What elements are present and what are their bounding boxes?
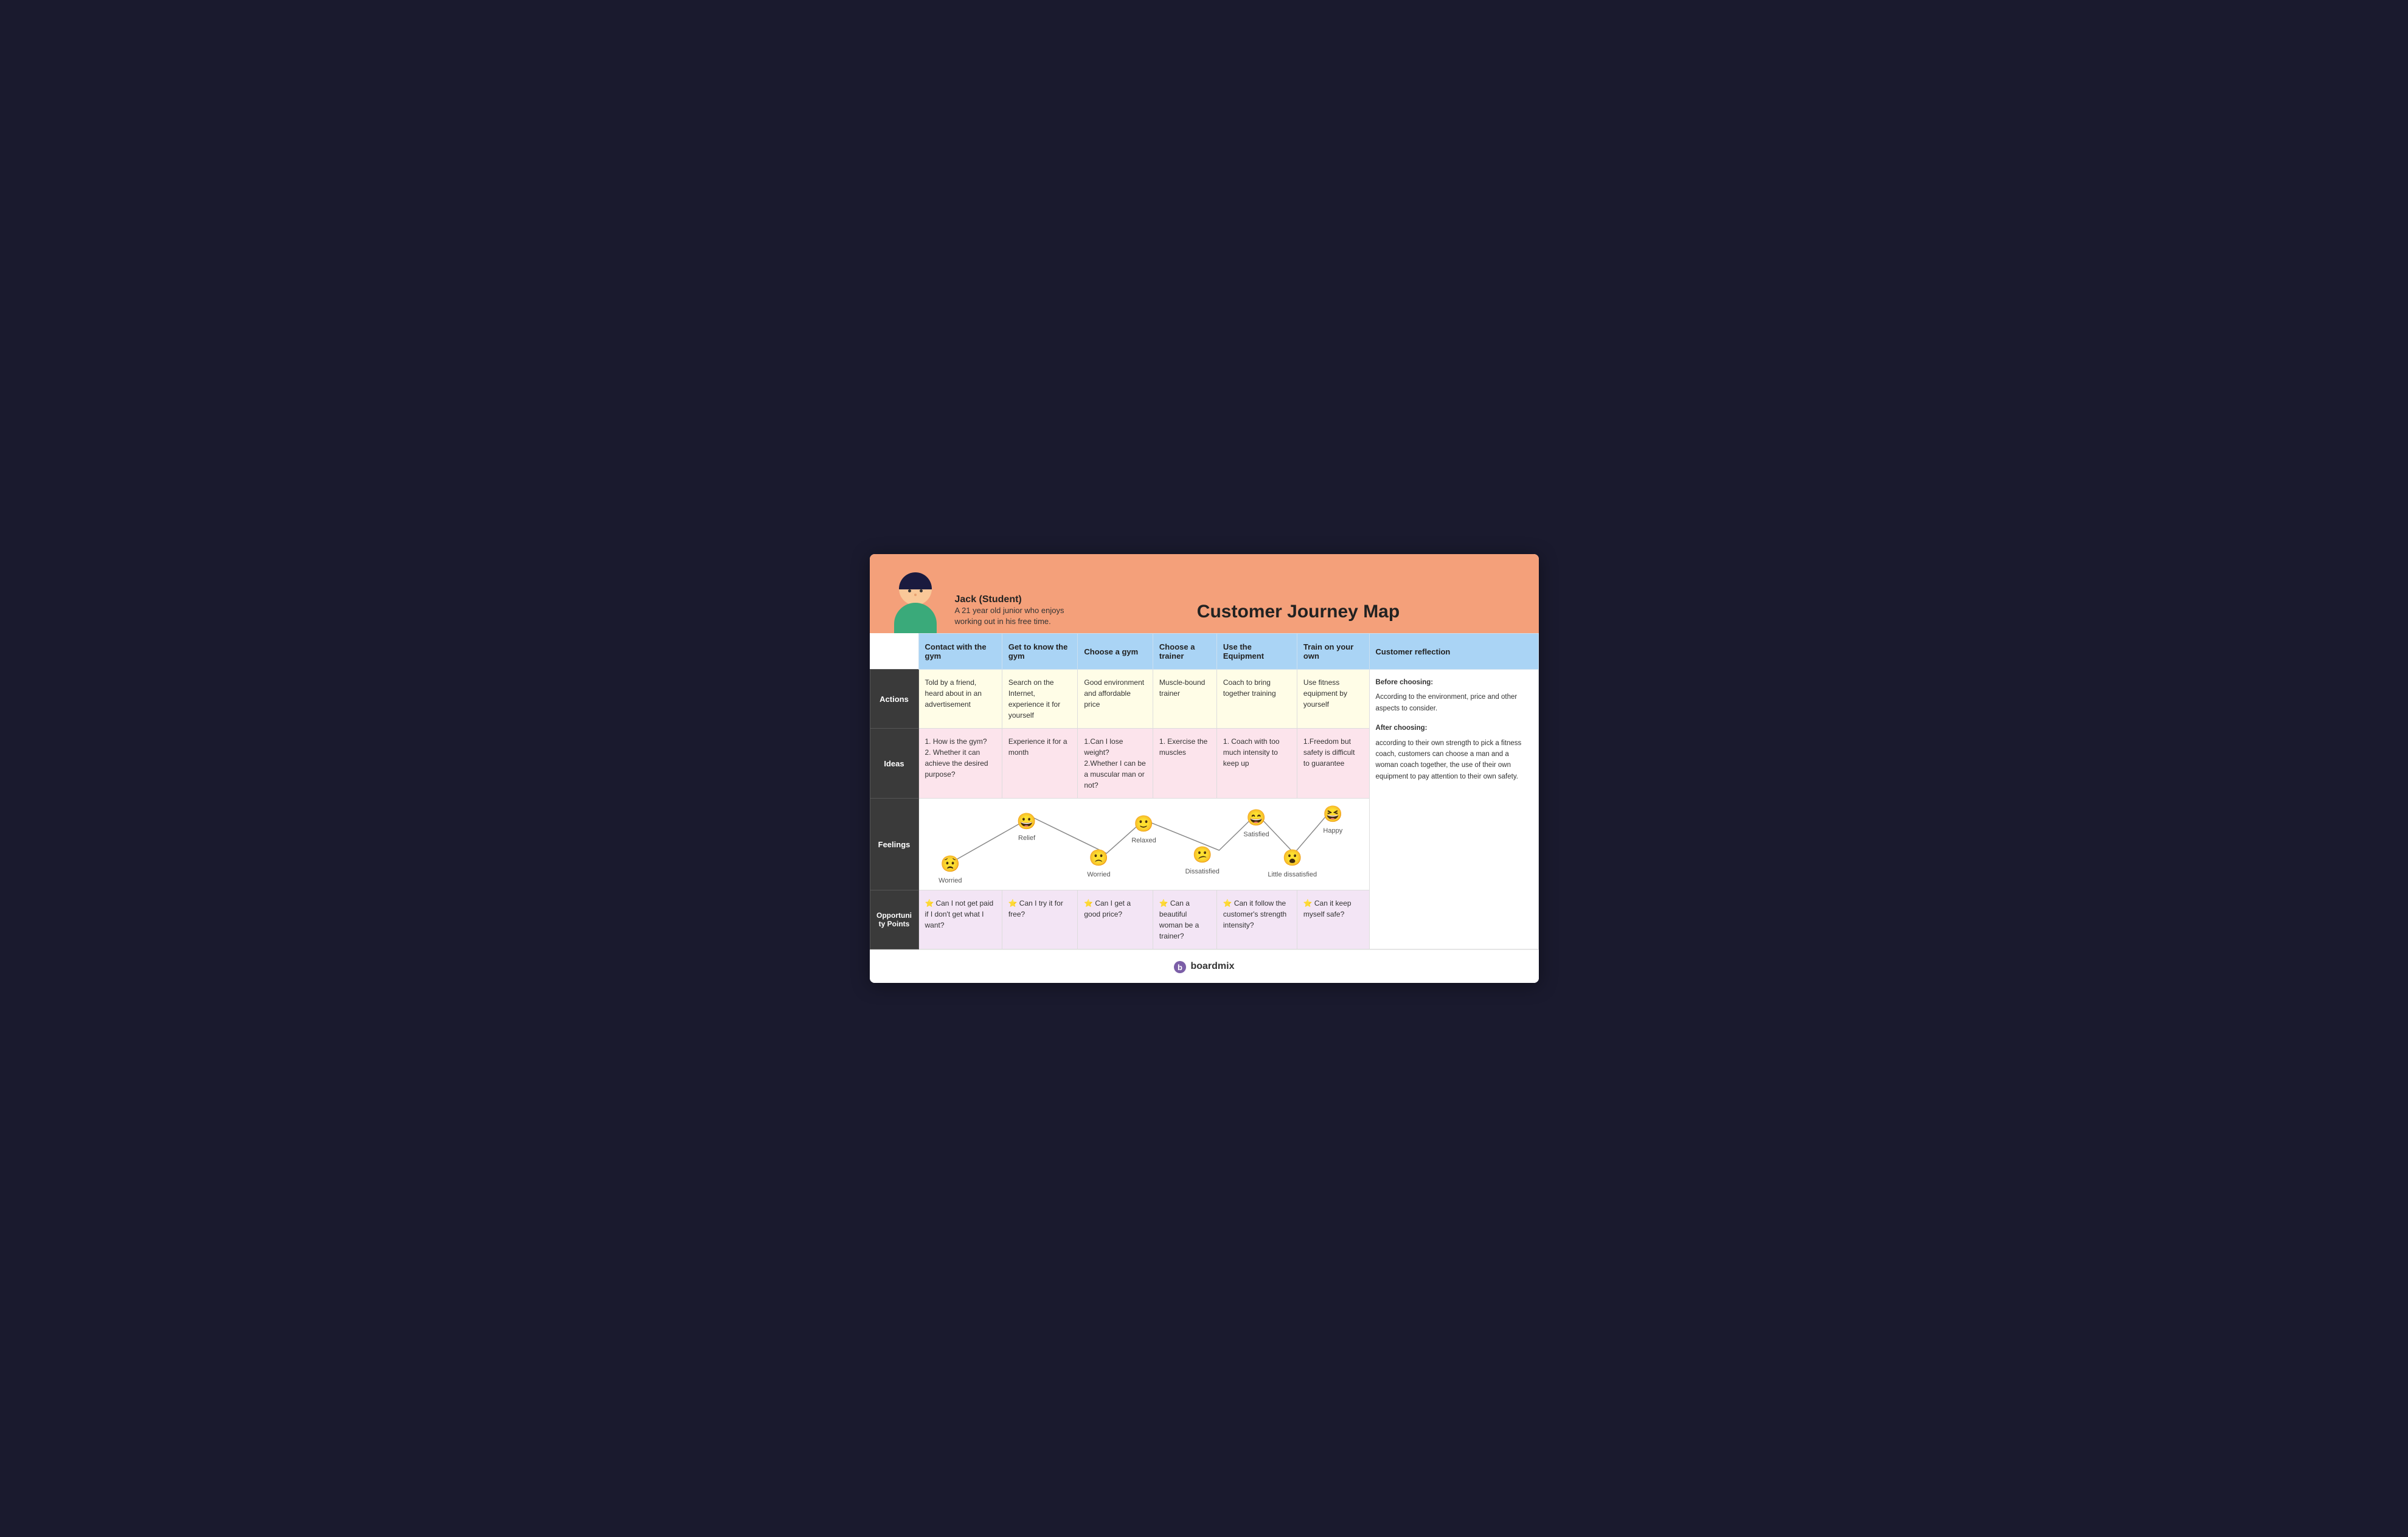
- ideas-choosegym: 1.Can I lose weight?2.Whether I can be a…: [1078, 729, 1153, 799]
- opp-choosegym: ⭐Can I get a good price?: [1078, 890, 1153, 949]
- feelings-chart-cell: 😟 Worried 😀 Relief 🙁 Worrie: [918, 799, 1369, 890]
- col-header-reflection: Customer reflection: [1369, 634, 1538, 670]
- reflection-cell: Before choosing: According to the enviro…: [1369, 670, 1538, 949]
- ideas-equipment: 1. Coach with too much intensity to keep…: [1216, 729, 1297, 799]
- feeling-label-satisfied: Satisfied: [1243, 830, 1269, 840]
- header: Jack (Student) A 21 year old junior who …: [870, 554, 1539, 633]
- reflection-after-text: according to their own strength to pick …: [1376, 738, 1532, 783]
- feeling-relief: 😀 Relief: [1017, 810, 1036, 844]
- actions-row: Actions Told by a friend, heard about in…: [870, 670, 1538, 729]
- feelings-label: Feelings: [870, 799, 918, 890]
- avatar: [888, 572, 943, 633]
- actions-gettoknow: Search on the Internet, experience it fo…: [1002, 670, 1078, 729]
- avatar-body: [894, 603, 937, 633]
- feeling-emoji-satisfied: 😄: [1246, 806, 1266, 830]
- footer-brand: boardmix: [1190, 961, 1234, 972]
- feeling-emoji-relaxed: 🙂: [1134, 812, 1153, 836]
- feelings-svg-container: 😟 Worried 😀 Relief 🙁 Worrie: [919, 799, 1369, 890]
- feeling-worried-2: 🙁 Worried: [1087, 846, 1110, 880]
- boardmix-icon: b: [1173, 959, 1187, 974]
- ideas-label: Ideas: [870, 729, 918, 799]
- avatar-eye-left: [908, 589, 911, 592]
- ideas-gettoknow: Experience it for a month: [1002, 729, 1078, 799]
- star-3: ⭐: [1084, 899, 1093, 907]
- actions-contact: Told by a friend, heard about in an adve…: [918, 670, 1002, 729]
- opp-contact: ⭐Can I not get paid if I don't get what …: [918, 890, 1002, 949]
- star-5: ⭐: [1223, 899, 1232, 907]
- svg-text:b: b: [1178, 963, 1183, 972]
- col-header-trainown: Train on your own: [1297, 634, 1369, 670]
- footer-logo: b boardmix: [1173, 959, 1234, 974]
- ideas-trainown: 1.Freedom but safety is difficult to gua…: [1297, 729, 1369, 799]
- avatar-nose: [914, 594, 917, 596]
- reflection-after-label: After choosing:: [1376, 723, 1532, 734]
- feeling-dissatisfied: 😕 Dissatisfied: [1185, 843, 1220, 877]
- feeling-little-dissatisfied: 😮 Little dissatisfied: [1268, 846, 1317, 880]
- persona-desc: A 21 year old junior who enjoys working …: [955, 605, 1077, 627]
- canvas: Jack (Student) A 21 year old junior who …: [870, 554, 1539, 983]
- actions-choosegym: Good environment and affordable price: [1078, 670, 1153, 729]
- star-1: ⭐: [925, 899, 934, 907]
- avatar-head: [899, 572, 932, 605]
- main-content: Contact with the gym Get to know the gym…: [870, 633, 1539, 949]
- ideas-choosetrainer: 1. Exercise the muscles: [1153, 729, 1216, 799]
- feeling-label-relaxed: Relaxed: [1131, 836, 1156, 846]
- opp-choosetrainer: ⭐Can a beautiful woman be a trainer?: [1153, 890, 1216, 949]
- feeling-happy: 😆 Happy: [1323, 802, 1342, 836]
- actions-choosetrainer: Muscle-bound trainer: [1153, 670, 1216, 729]
- feeling-worried-1: 😟 Worried: [939, 852, 962, 886]
- feeling-emoji-worried-1: 😟: [940, 852, 960, 876]
- feeling-emoji-worried-2: 🙁: [1089, 846, 1108, 870]
- col-header-choosetrainer: Choose a trainer: [1153, 634, 1216, 670]
- persona-name: Jack (Student): [955, 594, 1077, 605]
- footer: b boardmix: [870, 949, 1539, 983]
- col-header-contact: Contact with the gym: [918, 634, 1002, 670]
- feeling-emoji-little-dissatisfied: 😮: [1283, 846, 1302, 870]
- opportunities-label: Opportuni ty Points: [870, 890, 918, 949]
- opp-equipment: ⭐Can it follow the customer's strength i…: [1216, 890, 1297, 949]
- opp-gettoknow: ⭐Can I try it for free?: [1002, 890, 1078, 949]
- avatar-area: [888, 572, 943, 633]
- actions-trainown: Use fitness equipment by yourself: [1297, 670, 1369, 729]
- col-header-gettoknow: Get to know the gym: [1002, 634, 1078, 670]
- journey-table: Contact with the gym Get to know the gym…: [870, 633, 1539, 949]
- feeling-emoji-dissatisfied: 😕: [1193, 843, 1212, 867]
- reflection-before-label: Before choosing:: [1376, 677, 1532, 688]
- header-info: Jack (Student) A 21 year old junior who …: [955, 594, 1077, 627]
- ideas-contact: 1. How is the gym?2. Whether it can achi…: [918, 729, 1002, 799]
- feeling-emoji-relief: 😀: [1017, 810, 1036, 833]
- opp-trainown: ⭐Can it keep myself safe?: [1297, 890, 1369, 949]
- feeling-label-worried-2: Worried: [1087, 870, 1110, 880]
- actions-equipment: Coach to bring together training: [1216, 670, 1297, 729]
- avatar-eye-right: [920, 589, 923, 592]
- star-2: ⭐: [1008, 899, 1018, 907]
- feeling-label-happy: Happy: [1323, 826, 1342, 836]
- actions-label: Actions: [870, 670, 918, 729]
- feeling-label-relief: Relief: [1018, 833, 1035, 844]
- feeling-label-dissatisfied: Dissatisfied: [1185, 867, 1220, 877]
- col-header-choosegym: Choose a gym: [1078, 634, 1153, 670]
- empty-header: [870, 634, 918, 670]
- star-4: ⭐: [1159, 899, 1168, 907]
- column-header-row: Contact with the gym Get to know the gym…: [870, 634, 1538, 670]
- star-6: ⭐: [1303, 899, 1313, 907]
- feeling-satisfied: 😄 Satisfied: [1243, 806, 1269, 840]
- feeling-label-little-dissatisfied: Little dissatisfied: [1268, 870, 1317, 880]
- col-header-equipment: Use the Equipment: [1216, 634, 1297, 670]
- feeling-relaxed: 🙂 Relaxed: [1131, 812, 1156, 846]
- feeling-label-worried-1: Worried: [939, 876, 962, 886]
- reflection-before-text: According to the environment, price and …: [1376, 692, 1532, 714]
- map-title: Customer Journey Map: [1077, 602, 1521, 633]
- feeling-emoji-happy: 😆: [1323, 802, 1342, 826]
- avatar-hair: [899, 572, 932, 589]
